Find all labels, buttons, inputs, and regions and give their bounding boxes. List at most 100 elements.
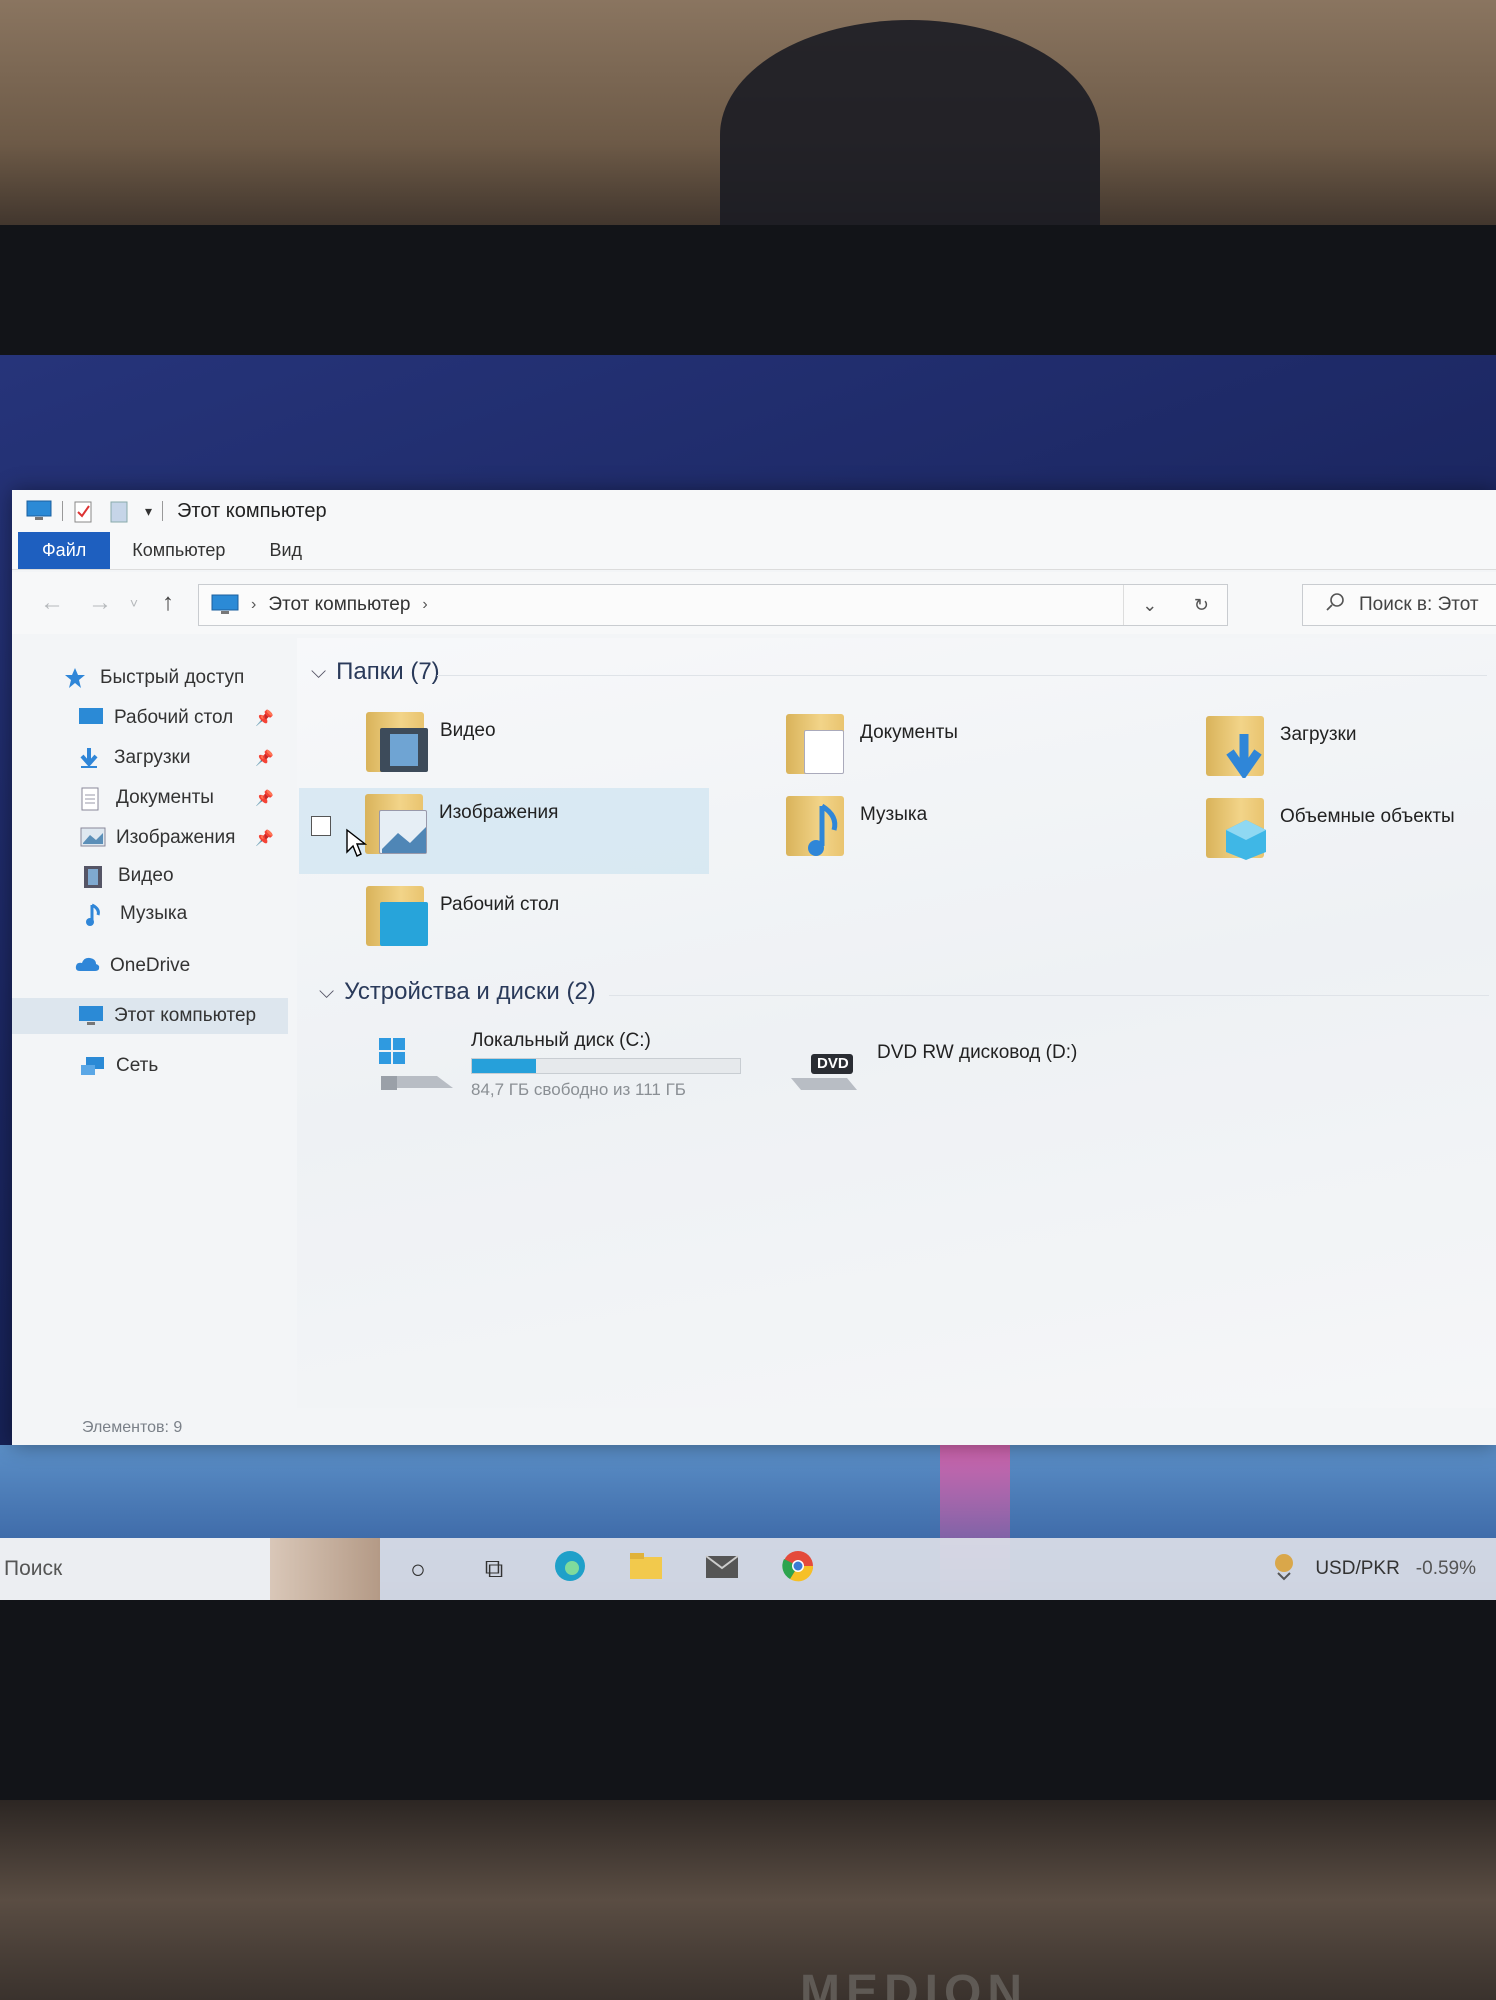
chevron-down-icon[interactable]: ⌵ [319, 981, 334, 1004]
network-icon [80, 1055, 106, 1077]
pin-icon[interactable]: 📌 [255, 829, 274, 847]
computer-icon [78, 1005, 104, 1027]
taskbar-search-box[interactable]: Поиск [0, 1538, 380, 1600]
folder-tile-3d-objects[interactable]: Объемные объекты [1202, 792, 1496, 872]
pin-icon[interactable]: 📌 [255, 749, 274, 767]
sidebar-item-label: Этот компьютер [114, 1005, 257, 1026]
sidebar-item-quick-access[interactable]: Быстрый доступ [12, 660, 288, 696]
devices-group-header[interactable]: ⌵ Устройства и диски (2) [319, 978, 596, 1006]
currency-pair[interactable]: USD/PKR [1315, 1558, 1399, 1580]
drive-tile-d[interactable]: DVD DVD RW дисковод (D:) [787, 1042, 1077, 1132]
3d-objects-folder-icon [1202, 792, 1268, 862]
sidebar-item-onedrive[interactable]: OneDrive [12, 948, 288, 984]
stock-widget-icon[interactable] [1269, 1551, 1299, 1587]
tab-file[interactable]: Файл [18, 532, 111, 569]
properties-icon[interactable] [73, 500, 99, 523]
sidebar-item-label: Документы [116, 787, 214, 808]
sidebar-item-downloads[interactable]: Загрузки 📌 [12, 740, 288, 776]
video-icon [82, 865, 108, 888]
drive-name: DVD RW дисковод (D:) [877, 1042, 1078, 1063]
folder-tile-documents[interactable]: Документы [782, 708, 1162, 788]
folder-label: Рабочий стол [440, 894, 560, 915]
monitor-brand-logo: MEDION [800, 1966, 1028, 2000]
pin-icon[interactable]: 📌 [255, 709, 274, 727]
folder-tile-videos[interactable]: Видео [362, 706, 742, 786]
background-desk [0, 1800, 1496, 2000]
file-explorer-icon[interactable] [608, 1551, 684, 1588]
navigation-pane: Быстрый доступ Рабочий стол 📌 Загрузки 📌 [12, 638, 292, 1408]
separator [62, 501, 63, 521]
recent-dropdown-icon[interactable]: ˅ [124, 595, 144, 611]
dvd-drive-icon: DVD [787, 1042, 863, 1112]
dvd-badge: DVD [817, 1055, 849, 1072]
back-arrow-icon[interactable]: ← [28, 589, 76, 617]
sidebar-item-label: OneDrive [110, 955, 191, 976]
tab-computer[interactable]: Компьютер [110, 532, 247, 569]
computer-icon [211, 594, 239, 616]
sidebar-item-videos[interactable]: Видео [12, 858, 288, 894]
folder-tile-downloads[interactable]: Загрузки [1202, 710, 1496, 790]
task-view-icon[interactable]: ⧉ [456, 1553, 532, 1585]
pictures-folder-icon [361, 788, 427, 858]
search-input[interactable]: Поиск в: Этот [1302, 584, 1496, 626]
up-arrow-icon[interactable]: ↑ [144, 589, 192, 617]
folder-tile-music[interactable]: Музыка [782, 790, 1162, 870]
sidebar-item-label: Быстрый доступ [100, 667, 245, 688]
tab-view[interactable]: Вид [247, 532, 324, 569]
sidebar-item-desktop[interactable]: Рабочий стол 📌 [12, 700, 288, 736]
mouse-cursor-icon [345, 828, 368, 863]
folders-group-title: Папки (7) [336, 658, 440, 685]
star-icon [64, 667, 90, 689]
cloud-icon [74, 955, 100, 977]
sidebar-item-this-pc[interactable]: Этот компьютер [12, 998, 288, 1034]
breadcrumb[interactable]: Этот компьютер [268, 594, 410, 616]
breadcrumb-chevron-icon[interactable]: › [251, 596, 256, 614]
sidebar-item-label: Загрузки [114, 747, 191, 768]
sidebar-item-label: Музыка [120, 903, 188, 924]
drive-name: Локальный диск (C:) [471, 1030, 651, 1051]
folder-tile-pictures[interactable]: Изображения [299, 788, 709, 874]
downloads-folder-icon [1202, 710, 1268, 780]
sidebar-item-label: Изображения [116, 827, 236, 848]
separator [162, 501, 164, 521]
quick-access-dropdown-icon[interactable]: ▾ [145, 503, 152, 520]
document-icon [80, 787, 106, 811]
navigation-bar: ← → ˅ ↑ › Этот компьютер › ⌄ ↻ Поиск в: … [12, 572, 1496, 634]
mail-icon[interactable] [684, 1552, 760, 1587]
forward-arrow-icon[interactable]: → [76, 589, 124, 617]
window-title: Этот компьютер [177, 499, 327, 522]
video-folder-icon [362, 706, 428, 776]
drive-tile-c[interactable]: Локальный диск (C:) 84,7 ГБ свободно из … [377, 1030, 741, 1120]
refresh-icon[interactable]: ↻ [1194, 595, 1209, 616]
sidebar-item-pictures[interactable]: Изображения 📌 [12, 820, 288, 856]
chevron-down-icon[interactable]: ⌵ [311, 661, 326, 684]
content-pane: ⌵ Папки (7) Видео Документы Загрузки Изо… [297, 638, 1496, 1408]
folders-group-header[interactable]: ⌵ Папки (7) [311, 658, 440, 686]
explorer-window: ▾ Этот компьютер Файл Компьютер Вид ← → … [12, 490, 1496, 1445]
music-icon [84, 903, 110, 926]
currency-change[interactable]: -0.59% [1416, 1558, 1476, 1580]
edge-icon[interactable] [532, 1548, 608, 1591]
item-checkbox[interactable] [311, 816, 331, 836]
new-folder-icon[interactable] [109, 500, 135, 523]
title-bar: ▾ Этот компьютер [12, 490, 1496, 532]
system-tray: USD/PKR -0.59% [1269, 1538, 1476, 1600]
search-highlight-image [270, 1538, 380, 1600]
sidebar-item-documents[interactable]: Документы 📌 [12, 780, 288, 816]
search-placeholder: Поиск в: Этот [1359, 594, 1479, 615]
pin-icon[interactable]: 📌 [255, 789, 274, 807]
sidebar-item-music[interactable]: Музыка [12, 896, 288, 932]
chrome-icon[interactable] [760, 1548, 836, 1591]
folder-tile-desktop[interactable]: Рабочий стол [362, 880, 742, 960]
folder-label: Видео [440, 720, 496, 741]
address-dropdown-icon[interactable]: ⌄ [1142, 595, 1157, 616]
screen: ▾ Этот компьютер Файл Компьютер Вид ← → … [0, 355, 1496, 1600]
breadcrumb-chevron-icon[interactable]: › [422, 596, 427, 614]
folder-label: Документы [860, 722, 958, 743]
folder-label: Музыка [860, 804, 928, 825]
search-icon [1325, 592, 1345, 618]
address-bar[interactable]: › Этот компьютер › ⌄ ↻ [198, 584, 1228, 626]
cortana-icon[interactable]: ○ [380, 1554, 456, 1585]
documents-folder-icon [782, 708, 848, 778]
sidebar-item-network[interactable]: Сеть [12, 1048, 288, 1084]
